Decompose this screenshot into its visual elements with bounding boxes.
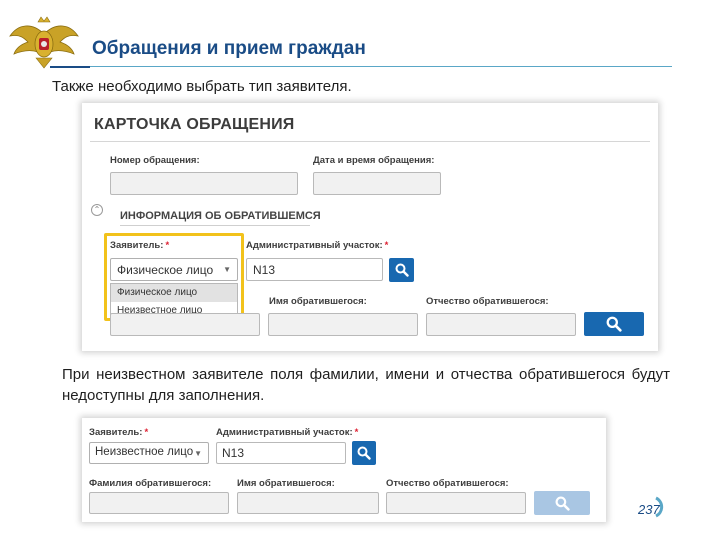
header-divider bbox=[90, 66, 672, 67]
district-label: Административный участок: * bbox=[216, 427, 359, 438]
page-title: Обращения и прием граждан bbox=[92, 38, 366, 59]
applicant-label: Заявитель: * bbox=[89, 427, 149, 438]
surname-field[interactable] bbox=[110, 313, 260, 336]
district-search-button[interactable] bbox=[352, 441, 376, 465]
highlight-frame bbox=[104, 233, 244, 321]
request-card-unknown-screenshot: Заявитель: * Неизвестное лицо ▼ Администр… bbox=[82, 418, 606, 522]
intro-text: Также необходимо выбрать тип заявителя. bbox=[52, 78, 352, 95]
emblem-icon bbox=[9, 16, 79, 69]
card-divider bbox=[90, 141, 650, 142]
first-name-label: Имя обратившегося: bbox=[237, 478, 335, 489]
applicant-select-value: Неизвестное лицо bbox=[95, 446, 194, 458]
section-divider bbox=[120, 225, 310, 226]
request-datetime-label: Дата и время обращения: bbox=[313, 155, 435, 166]
page-arc-icon bbox=[655, 496, 664, 518]
patronymic-field-disabled bbox=[386, 492, 526, 514]
district-search-button[interactable] bbox=[389, 258, 414, 282]
request-datetime-field[interactable] bbox=[313, 172, 441, 195]
request-number-label: Номер обращения: bbox=[110, 155, 200, 166]
patronymic-field[interactable] bbox=[426, 313, 576, 336]
person-search-button[interactable] bbox=[584, 312, 644, 336]
search-icon bbox=[555, 496, 570, 511]
district-field[interactable]: N13 bbox=[216, 442, 346, 464]
district-label: Административный участок: * bbox=[246, 240, 389, 251]
search-icon bbox=[357, 446, 371, 460]
first-name-field-disabled bbox=[237, 492, 379, 514]
surname-label: Фамилия обратившегося: bbox=[89, 478, 212, 489]
patronymic-label: Отчество обратившегося: bbox=[426, 296, 549, 307]
search-icon bbox=[395, 263, 409, 277]
patronymic-label: Отчество обратившегося: bbox=[386, 478, 509, 489]
section-title: ИНФОРМАЦИЯ ОБ ОБРАТИВШЕМСЯ bbox=[120, 210, 321, 222]
request-card-screenshot: КАРТОЧКА ОБРАЩЕНИЯ Номер обращения: Дата… bbox=[82, 103, 658, 351]
applicant-select[interactable]: Неизвестное лицо ▼ bbox=[89, 442, 209, 464]
person-search-button-disabled bbox=[534, 491, 590, 515]
chevron-down-icon: ▼ bbox=[194, 449, 202, 458]
search-icon bbox=[606, 316, 622, 332]
first-name-label: Имя обратившегося: bbox=[269, 296, 367, 307]
surname-field-disabled bbox=[89, 492, 229, 514]
note-text: При неизвестном заявителе поля фамилии, … bbox=[62, 366, 670, 404]
collapse-icon[interactable]: ⌃ bbox=[91, 204, 103, 216]
district-field[interactable]: N13 bbox=[246, 258, 383, 281]
header-divider-accent bbox=[50, 66, 90, 68]
request-number-field[interactable] bbox=[110, 172, 298, 195]
first-name-field[interactable] bbox=[268, 313, 418, 336]
card-title: КАРТОЧКА ОБРАЩЕНИЯ bbox=[94, 116, 295, 133]
